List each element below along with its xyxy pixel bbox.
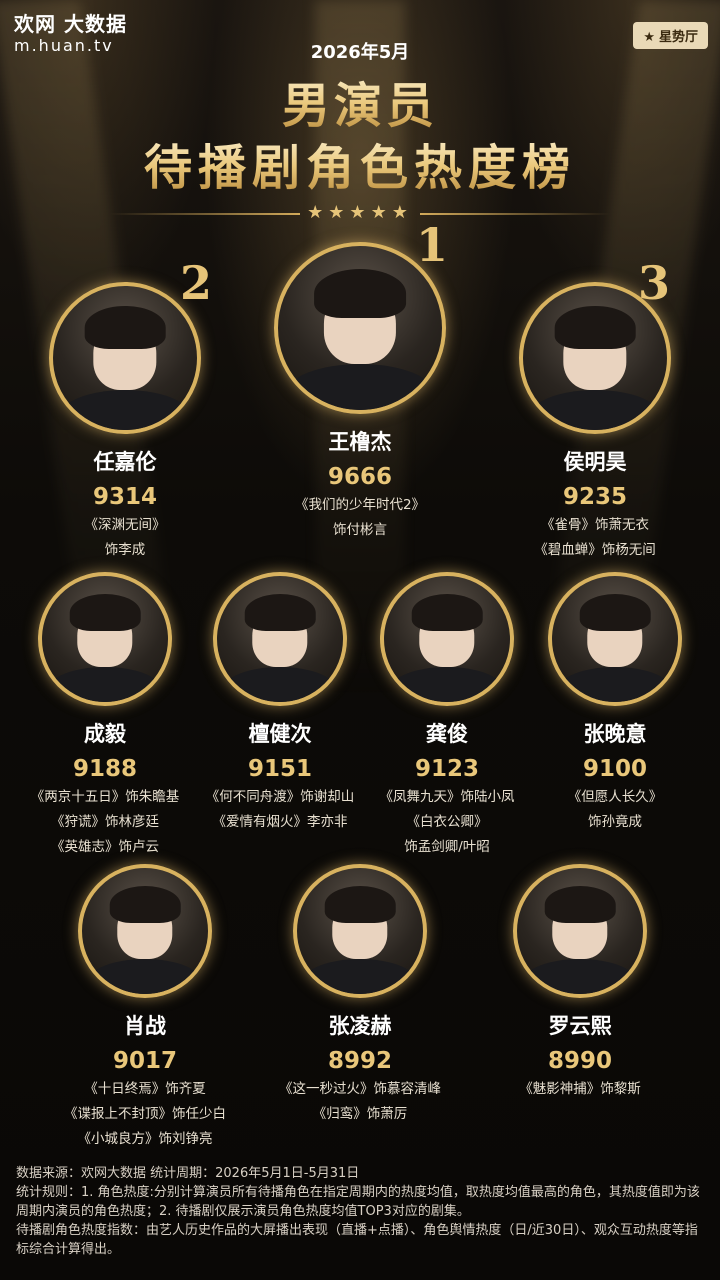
actor-card-rank-2[interactable]: 任嘉伦 9314 《深渊无间》 饰李成 (30, 282, 220, 560)
role-line: 《英雄志》饰卢云 (51, 839, 159, 855)
role-line: 饰李成 (104, 542, 146, 558)
actor-card[interactable]: 檀健次 9151 《何不同舟渡》饰谢却山 《爱情有烟火》李亦非 (185, 572, 375, 832)
avatar (513, 864, 647, 998)
period-date: 2026年5月 (310, 42, 410, 63)
avatar (548, 572, 682, 706)
role-line: 《魅影神捕》饰黎斯 (519, 1081, 641, 1097)
actor-name: 张晚意 (583, 722, 647, 746)
role-line: 《雀骨》饰萧无衣 (541, 517, 649, 533)
actor-card[interactable]: 罗云熙 8990 《魅影神捕》饰黎斯 (480, 864, 680, 1099)
heat-score: 9151 (247, 756, 312, 782)
role-line: 《十日终焉》饰齐夏 (84, 1081, 206, 1097)
actor-name: 肖战 (124, 1014, 166, 1038)
actor-name: 成毅 (84, 722, 126, 746)
heat-score: 9100 (582, 756, 647, 782)
role-line: 《我们的少年时代2》 (294, 497, 426, 513)
heat-score: 9188 (72, 756, 137, 782)
actor-card[interactable]: 龚俊 9123 《凤舞九天》饰陆小凤 《白衣公卿》 饰孟剑卿/叶昭 (352, 572, 542, 857)
role-line: 饰孟剑卿/叶昭 (404, 839, 490, 855)
role-line: 《凤舞九天》饰陆小凤 (379, 789, 515, 805)
avatar (380, 572, 514, 706)
avatar (213, 572, 347, 706)
brand-name: 欢网 大数据 (14, 12, 127, 36)
role-line: 《这一秒过火》饰慕容清峰 (279, 1081, 441, 1097)
actor-name: 龚俊 (426, 722, 468, 746)
heat-score: 9314 (92, 484, 157, 510)
role-line: 《深渊无间》 (84, 517, 166, 533)
heat-score: 9666 (327, 464, 392, 490)
role-line: 《白衣公卿》 (406, 814, 488, 830)
avatar (274, 242, 446, 414)
actor-name: 张凌赫 (328, 1014, 392, 1038)
actor-name: 檀健次 (248, 722, 312, 746)
actor-name: 侯明昊 (563, 450, 627, 474)
heat-score: 9123 (414, 756, 479, 782)
avatar (49, 282, 201, 434)
avatar (519, 282, 671, 434)
role-line: 《何不同舟渡》饰谢却山 (205, 789, 355, 805)
heat-score: 8990 (547, 1048, 612, 1074)
role-line: 《但愿人长久》 (567, 789, 663, 805)
heat-score: 9235 (562, 484, 627, 510)
actor-name: 罗云熙 (548, 1014, 612, 1038)
title-line-2: 待播剧角色热度榜 (0, 128, 720, 198)
heat-score: 8992 (327, 1048, 392, 1074)
role-line: 饰付彬言 (333, 522, 387, 538)
avatar (38, 572, 172, 706)
actor-card-rank-1[interactable]: 王橹杰 9666 《我们的少年时代2》 饰付彬言 (255, 242, 465, 540)
actor-card[interactable]: 肖战 9017 《十日终焉》饰齐夏 《谍报上不封顶》饰任少白 《小城良方》饰刘铮… (45, 864, 245, 1149)
index-definition: 待播剧角色热度指数：由艺人历史作品的大屏播出表现（直播+点播）、角色舆情热度（日… (16, 1223, 698, 1257)
role-line: 《爱情有烟火》李亦非 (212, 814, 348, 830)
data-source: 数据来源：欢网大数据 统计周期：2026年5月1日-5月31日 (16, 1166, 360, 1181)
avatar (293, 864, 427, 998)
title-line-1: 男演员 (0, 66, 720, 136)
actor-card-rank-3[interactable]: 侯明昊 9235 《雀骨》饰萧无衣 《碧血蝉》饰杨无间 (495, 282, 695, 560)
heat-score: 9017 (112, 1048, 177, 1074)
role-line: 《狩谎》饰林彦廷 (51, 814, 159, 830)
role-line: 饰孙竟成 (588, 814, 642, 830)
actor-name: 王橹杰 (328, 430, 392, 454)
actor-name: 任嘉伦 (93, 450, 157, 474)
footer-notes: 数据来源：欢网大数据 统计周期：2026年5月1日-5月31日 统计规则：1. … (16, 1164, 706, 1259)
avatar (78, 864, 212, 998)
role-line: 《小城良方》饰刘铮亮 (77, 1131, 213, 1147)
actor-card[interactable]: 张晚意 9100 《但愿人长久》 饰孙竟成 (520, 572, 710, 832)
role-line: 《碧血蝉》饰杨无间 (534, 542, 656, 558)
role-line: 《两京十五日》饰朱瞻基 (30, 789, 180, 805)
statistics-rule: 统计规则：1. 角色热度:分别计算演员所有待播角色在指定周期内的热度均值，取热度… (16, 1185, 700, 1219)
actor-card[interactable]: 张凌赫 8992 《这一秒过火》饰慕容清峰 《归鸾》饰萧厉 (260, 864, 460, 1124)
actor-card[interactable]: 成毅 9188 《两京十五日》饰朱瞻基 《狩谎》饰林彦廷 《英雄志》饰卢云 (10, 572, 200, 857)
role-line: 《归鸾》饰萧厉 (312, 1106, 408, 1122)
role-line: 《谍报上不封顶》饰任少白 (64, 1106, 226, 1122)
star-rating-decoration: ★★★★★ (307, 202, 413, 223)
